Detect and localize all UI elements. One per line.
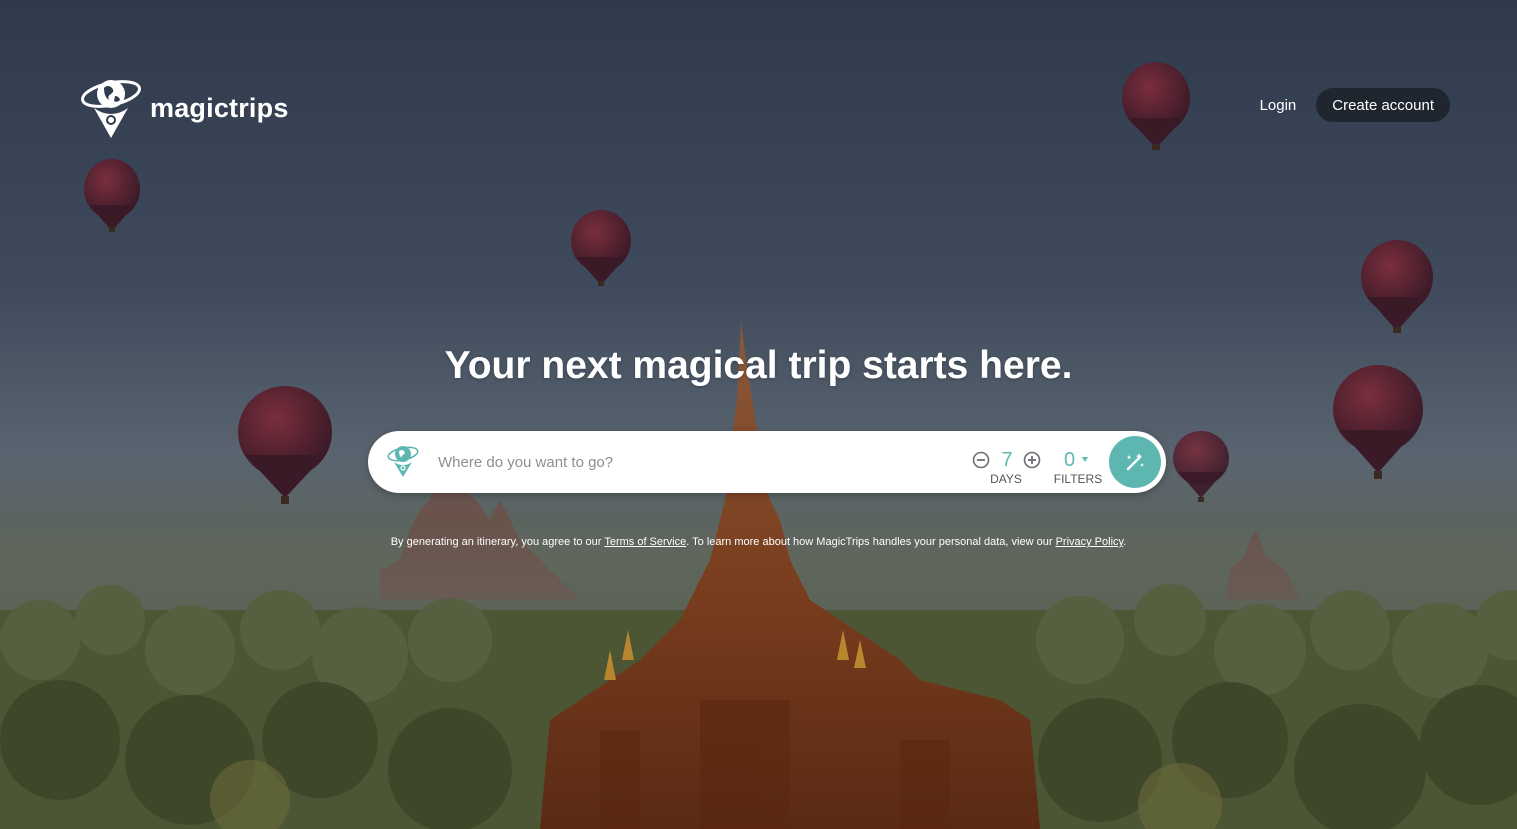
- page-title: Your next magical trip starts here.: [444, 344, 1073, 387]
- caret-down-icon: [1082, 457, 1088, 462]
- globe-pin-icon: [81, 80, 141, 138]
- brand-name: magictrips: [150, 92, 289, 123]
- filters-dropdown[interactable]: 0 FILTERS: [1050, 449, 1106, 489]
- magic-wand-icon: [1126, 453, 1144, 471]
- generate-itinerary-button[interactable]: [1109, 436, 1161, 488]
- search-bar: 7 DAYS 0 FILTERS: [368, 431, 1166, 493]
- disclaimer-text: .: [1123, 536, 1127, 548]
- days-value: 7: [1001, 449, 1013, 471]
- terms-disclaimer: By generating an itinerary, you agree to…: [0, 536, 1517, 548]
- disclaimer-text: . To learn more about how MagicTrips han…: [686, 536, 1056, 548]
- globe-pin-icon: [387, 446, 419, 477]
- create-account-button[interactable]: Create account: [1316, 88, 1450, 122]
- filters-label: FILTERS: [1053, 472, 1103, 486]
- days-stepper: 7 DAYS: [970, 449, 1041, 489]
- days-label: DAYS: [990, 472, 1022, 486]
- login-link[interactable]: Login: [1260, 97, 1297, 114]
- privacy-policy-link[interactable]: Privacy Policy: [1056, 536, 1124, 548]
- top-nav: Login Create account: [1260, 88, 1450, 122]
- brand-logo[interactable]: magictrips: [80, 74, 289, 140]
- plus-circle-icon[interactable]: [1023, 451, 1041, 469]
- landing-page: magictrips Login Create account Your nex…: [0, 0, 1517, 829]
- disclaimer-text: By generating an itinerary, you agree to…: [390, 536, 605, 548]
- minus-circle-icon[interactable]: [972, 451, 990, 469]
- filters-count: 0: [1064, 449, 1076, 471]
- terms-of-service-link[interactable]: Terms of Service: [604, 536, 686, 548]
- destination-input[interactable]: [436, 446, 920, 478]
